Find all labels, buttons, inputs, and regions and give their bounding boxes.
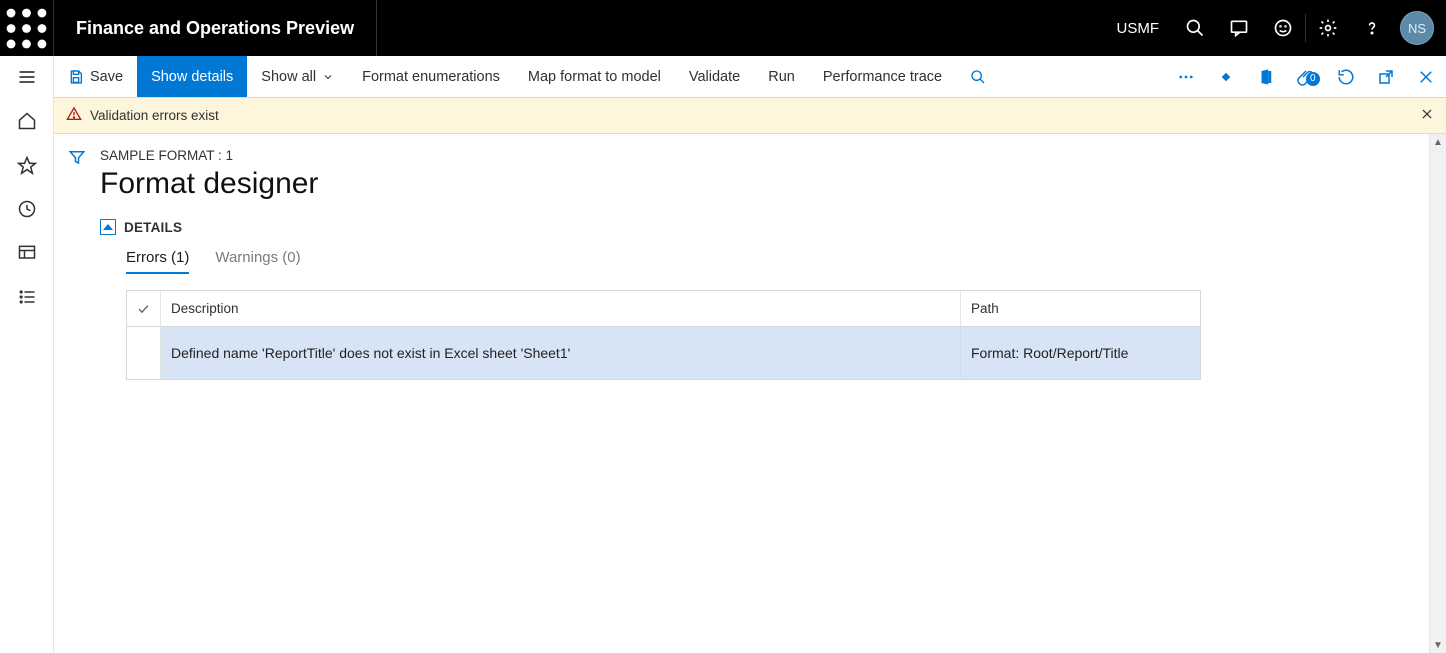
chat-icon[interactable] <box>1217 0 1261 56</box>
run-button[interactable]: Run <box>754 56 809 97</box>
search-icon[interactable] <box>1173 0 1217 56</box>
close-icon[interactable] <box>1406 68 1446 86</box>
validation-message: Validation errors exist <box>90 108 219 123</box>
validation-bar: Validation errors exist <box>54 98 1446 134</box>
format-enumerations-button[interactable]: Format enumerations <box>348 56 514 97</box>
warning-icon <box>66 106 82 125</box>
validate-button[interactable]: Validate <box>675 56 754 97</box>
app-title: Finance and Operations Preview <box>54 0 377 56</box>
col-description[interactable]: Description <box>161 291 961 326</box>
filter-icon[interactable] <box>54 134 100 653</box>
waffle-icon[interactable] <box>0 0 54 56</box>
details-section-header[interactable]: DETAILS <box>100 219 1434 235</box>
recent-icon[interactable] <box>16 198 38 220</box>
left-nav-rail <box>0 56 54 653</box>
details-label: DETAILS <box>124 220 182 235</box>
map-format-button[interactable]: Map format to model <box>514 56 675 97</box>
attachments-icon[interactable]: 0 <box>1286 68 1326 86</box>
grid-header: Description Path <box>127 291 1200 327</box>
gear-icon[interactable] <box>1306 0 1350 56</box>
row-checkbox[interactable] <box>127 327 161 379</box>
avatar[interactable]: NS <box>1400 11 1434 45</box>
modules-icon[interactable] <box>16 286 38 308</box>
collapse-icon[interactable] <box>100 219 116 235</box>
smiley-icon[interactable] <box>1261 0 1305 56</box>
popout-icon[interactable] <box>1366 68 1406 86</box>
overflow-icon[interactable] <box>1166 68 1206 86</box>
office-icon[interactable] <box>1246 68 1286 86</box>
legal-entity[interactable]: USMF <box>1103 20 1174 37</box>
action-search-icon[interactable] <box>956 56 1000 97</box>
row-path: Format: Root/Report/Title <box>961 327 1200 379</box>
workspaces-icon[interactable] <box>16 242 38 264</box>
row-description: Defined name 'ReportTitle' does not exis… <box>161 327 961 379</box>
scroll-down-icon[interactable]: ▼ <box>1433 637 1443 653</box>
help-icon[interactable] <box>1350 0 1394 56</box>
refresh-icon[interactable] <box>1326 68 1366 86</box>
show-all-button[interactable]: Show all <box>247 56 348 97</box>
diamond-icon[interactable] <box>1206 68 1246 86</box>
action-bar: Save Show details Show all Format enumer… <box>54 56 1446 98</box>
save-label: Save <box>90 69 123 85</box>
tab-warnings[interactable]: Warnings (0) <box>215 249 300 274</box>
attachment-badge: 0 <box>1306 72 1320 86</box>
performance-trace-button[interactable]: Performance trace <box>809 56 956 97</box>
page-title: Format designer <box>100 167 1434 201</box>
scroll-up-icon[interactable]: ▲ <box>1433 134 1443 150</box>
breadcrumb: SAMPLE FORMAT : 1 <box>100 148 1434 163</box>
hamburger-icon[interactable] <box>16 66 38 88</box>
col-path[interactable]: Path <box>961 291 1200 326</box>
star-icon[interactable] <box>16 154 38 176</box>
table-row[interactable]: Defined name 'ReportTitle' does not exis… <box>127 327 1200 379</box>
vertical-scrollbar[interactable]: ▲ ▼ <box>1429 134 1446 653</box>
show-details-button[interactable]: Show details <box>137 56 247 97</box>
save-button[interactable]: Save <box>54 56 137 97</box>
dismiss-validation-icon[interactable] <box>1420 107 1434 124</box>
top-header: Finance and Operations Preview USMF NS <box>0 0 1446 56</box>
home-icon[interactable] <box>16 110 38 132</box>
tab-errors[interactable]: Errors (1) <box>126 249 189 274</box>
tabs: Errors (1) Warnings (0) <box>100 249 1434 274</box>
errors-grid: Description Path Defined name 'ReportTit… <box>126 290 1201 380</box>
select-all-checkbox[interactable] <box>127 291 161 326</box>
